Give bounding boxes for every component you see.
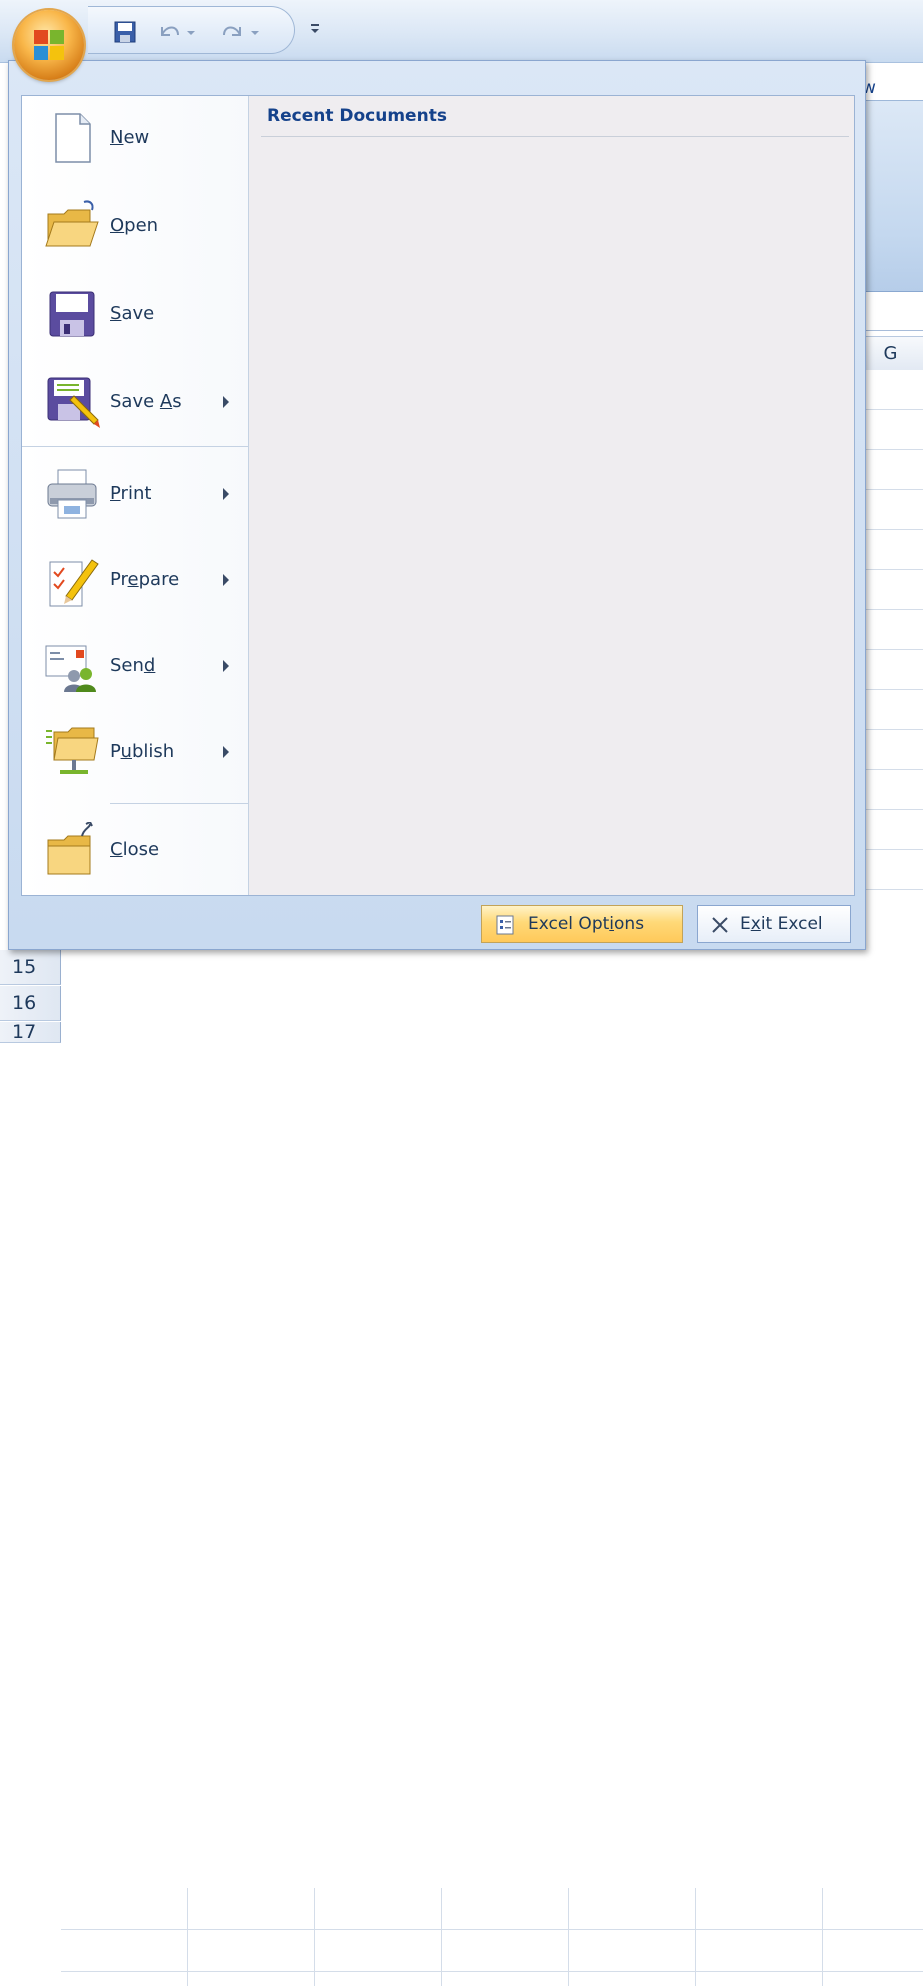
exit-excel-button[interactable]: Exit Excel xyxy=(697,905,851,943)
send-icon xyxy=(45,645,96,692)
redo-icon[interactable] xyxy=(220,21,246,43)
undo-dropdown-icon[interactable] xyxy=(184,21,198,43)
row-header[interactable]: 15 xyxy=(0,950,61,985)
printer-icon xyxy=(47,469,97,519)
office-menu-footer: Excel Options Exit Excel xyxy=(9,899,865,949)
menu-item-open[interactable]: Open xyxy=(22,184,248,268)
menu-item-print[interactable]: Print xyxy=(22,452,248,536)
menu-item-publish[interactable]: Publish xyxy=(22,710,248,794)
excel-options-label: Excel Options xyxy=(528,914,645,934)
submenu-arrow-icon xyxy=(223,488,229,500)
submenu-arrow-icon xyxy=(223,746,229,758)
row-header[interactable]: 17 xyxy=(0,1022,61,1043)
menu-item-label: Prepare xyxy=(110,569,180,590)
menu-item-prepare[interactable]: Prepare xyxy=(22,538,248,622)
save-disk-icon xyxy=(49,291,95,337)
worksheet-grid-fragment[interactable] xyxy=(858,370,923,926)
office-menu-commands: New Open Save Save As Print Prepare Send… xyxy=(22,96,249,895)
menu-item-save-as[interactable]: Save As xyxy=(22,360,248,444)
save-as-icon xyxy=(47,377,100,428)
recent-documents-title: Recent Documents xyxy=(267,106,447,126)
open-folder-icon xyxy=(45,200,99,247)
menu-item-label: Save As xyxy=(110,391,182,412)
customize-toolbar-icon[interactable] xyxy=(308,18,322,38)
redo-dropdown-icon[interactable] xyxy=(248,21,262,43)
menu-item-label: Save xyxy=(110,303,155,324)
menu-item-label: Close xyxy=(110,839,160,860)
submenu-arrow-icon xyxy=(223,660,229,672)
close-icon xyxy=(712,917,728,933)
excel-options-button[interactable]: Excel Options xyxy=(481,905,683,943)
quick-access-toolbar-bar xyxy=(0,0,923,63)
save-icon[interactable] xyxy=(114,21,136,43)
menu-item-label: Publish xyxy=(110,741,175,762)
office-menu-body: New Open Save Save As Print Prepare Send… xyxy=(21,95,855,896)
submenu-arrow-icon xyxy=(223,396,229,408)
quick-access-toolbar xyxy=(88,6,295,54)
recent-documents-divider xyxy=(261,136,849,137)
office-logo-icon xyxy=(34,30,64,60)
column-header[interactable]: G xyxy=(858,336,923,372)
menu-item-new[interactable]: New xyxy=(22,96,248,180)
close-folder-icon xyxy=(47,822,93,875)
menu-item-label: Open xyxy=(110,215,159,236)
new-document-icon xyxy=(55,113,91,163)
ribbon-band xyxy=(858,100,923,292)
options-icon xyxy=(496,915,514,935)
menu-item-label: Send xyxy=(110,655,156,676)
publish-icon xyxy=(46,727,99,774)
row-header[interactable]: 16 xyxy=(0,986,61,1021)
menu-item-close[interactable]: Close xyxy=(22,808,248,892)
exit-excel-label: Exit Excel xyxy=(740,914,823,934)
recent-documents-pane: Recent Documents xyxy=(249,96,854,895)
menu-item-save[interactable]: Save xyxy=(22,272,248,356)
prepare-icon xyxy=(49,559,99,607)
undo-icon[interactable] xyxy=(156,21,182,43)
submenu-arrow-icon xyxy=(223,574,229,586)
menu-item-send[interactable]: Send xyxy=(22,624,248,708)
menu-item-label: Print xyxy=(110,483,152,504)
formula-bar-fragment xyxy=(858,296,923,331)
menu-separator xyxy=(22,446,248,447)
office-menu: New Open Save Save As Print Prepare Send… xyxy=(8,60,866,950)
worksheet-grid[interactable] xyxy=(0,944,923,1986)
menu-separator xyxy=(110,803,248,804)
worksheet-cells[interactable] xyxy=(61,1888,923,1986)
office-button[interactable] xyxy=(14,10,84,80)
menu-item-label: New xyxy=(110,127,150,148)
